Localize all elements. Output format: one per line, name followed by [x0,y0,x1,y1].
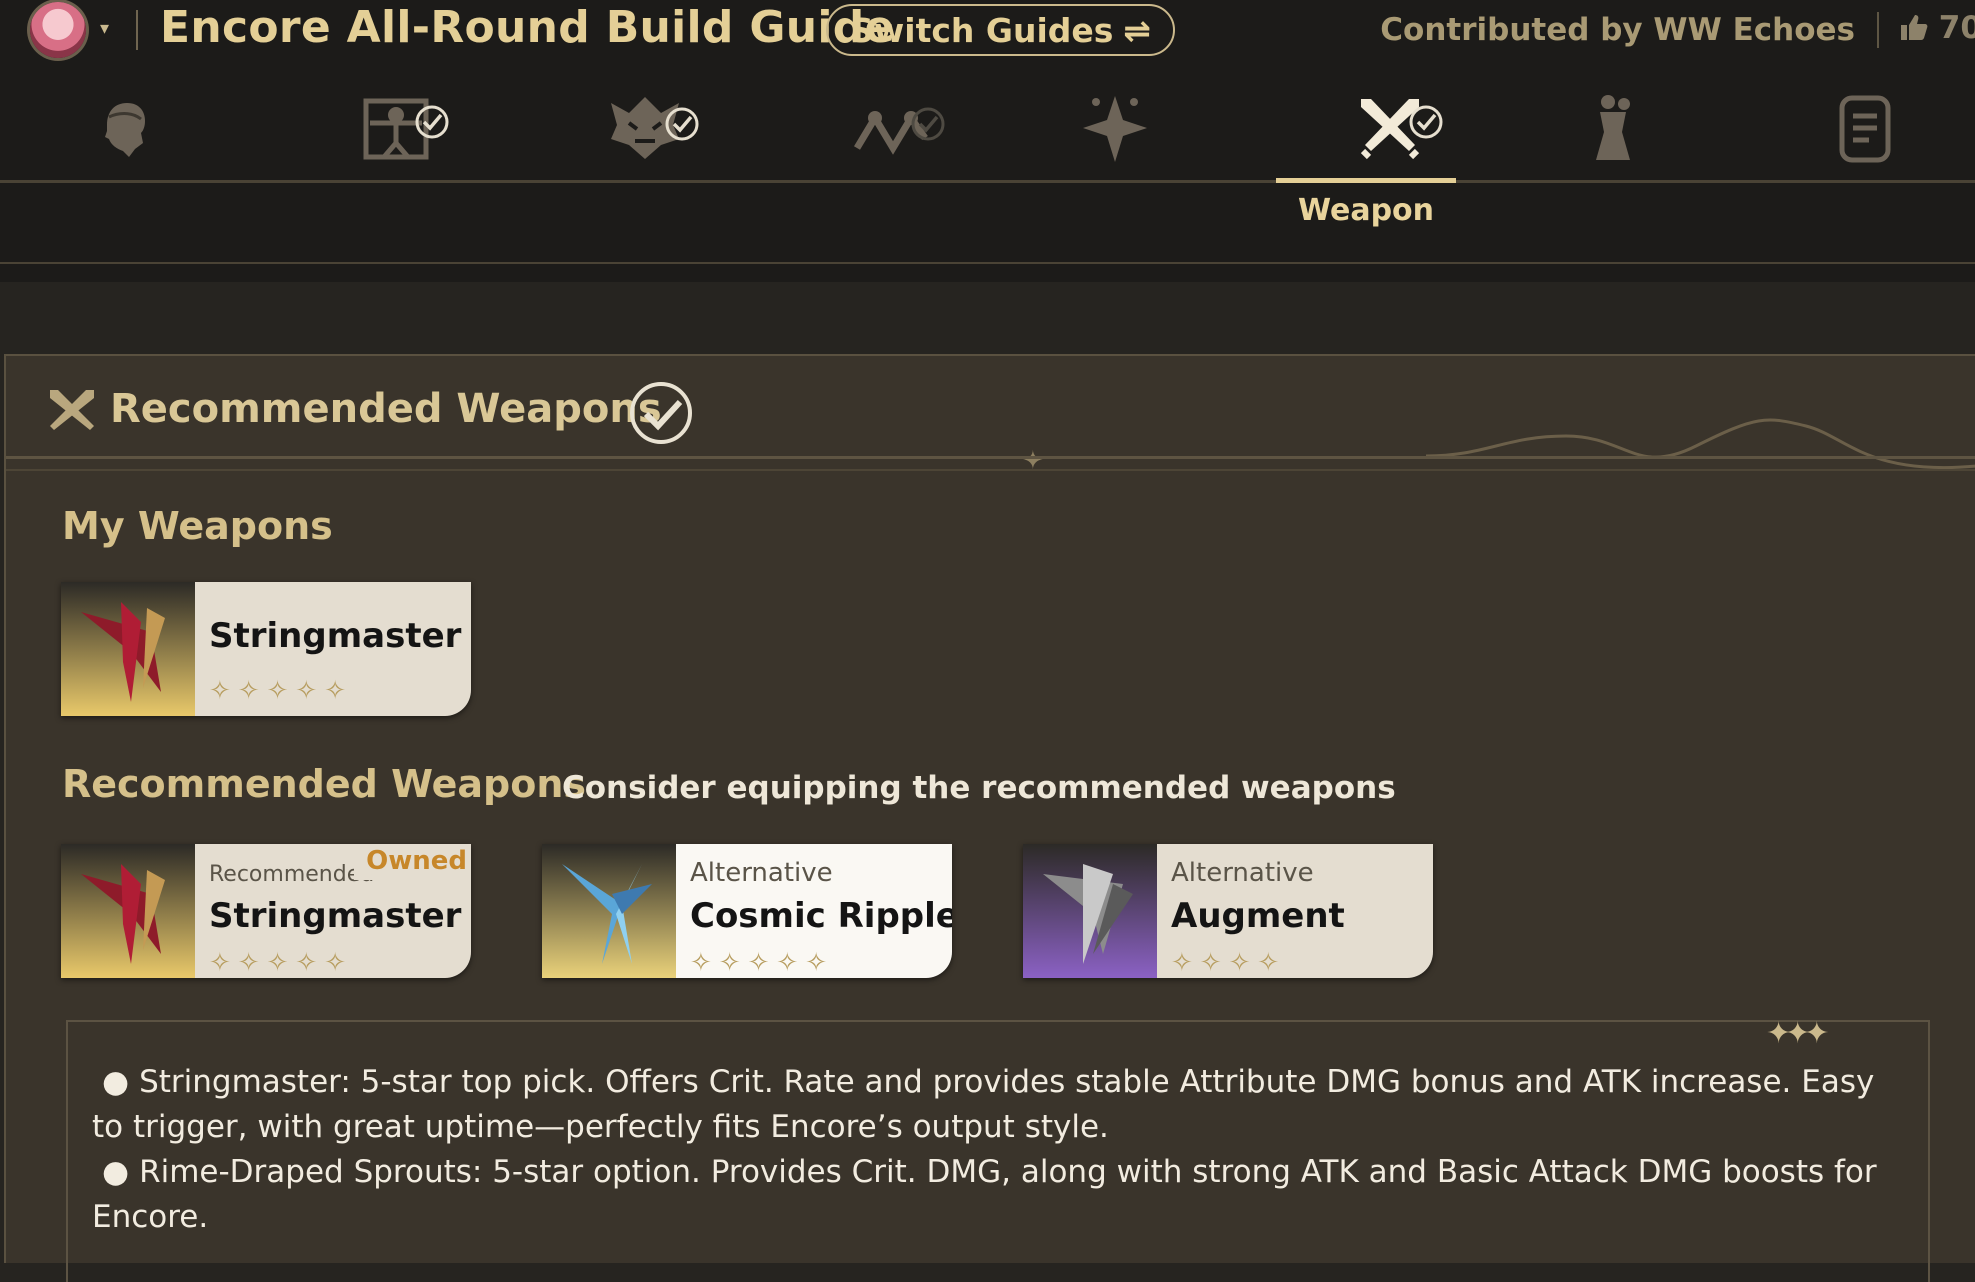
star-icon: ✧ [209,948,231,978]
crossed-swords-icon [50,390,94,430]
weapon-name: Cosmic Ripples [690,896,952,936]
like-count: 70 [1938,10,1975,46]
header-divider [1877,12,1879,48]
team-icon [1596,95,1630,160]
weapon-name: Augment [1171,896,1345,936]
switch-guides-label: Switch Guides [850,10,1114,50]
active-tab-indicator [1276,178,1456,183]
tab-resonance[interactable] [1080,78,1150,178]
decorative-diamond: ✦ [1022,446,1044,476]
star-rating: ✧ ✧ ✧ ✧ ✧ [209,678,346,704]
weapon-kind: Alternative [690,858,833,888]
thumbs-up-icon [1898,10,1939,46]
augment-weapon-image [1023,844,1157,978]
check-circle-icon [911,107,945,141]
header-divider [136,10,138,50]
star-icon: ✧ [805,948,827,978]
section-divider [6,469,1975,471]
weapon-name: Stringmaster [209,896,462,936]
description-line: ● Stringmaster: 5-star top pick. Offers C… [102,1060,1902,1105]
star-icon: ✧ [1199,948,1222,978]
my-weapons-title: My Weapons [62,504,333,548]
page-title: Encore All-Round Build Guide [160,2,895,53]
star-icon: ✧ [295,948,318,978]
owned-badge: Owned [354,844,471,880]
description-line: ● Rime-Draped Sprouts: 5-star option. Pro… [102,1150,1902,1195]
weapon-card-body: Stringmaster ✧ ✧ ✧ ✧ ✧ [195,582,471,716]
chevron-down-icon[interactable]: ▾ [100,18,109,39]
tab-weapon[interactable] [1330,78,1450,178]
weapon-card-cosmic-ripples[interactable]: Alternative Cosmic Ripples ✧ ✧ ✧ ✧ ✧ [542,844,952,978]
avatar[interactable] [30,2,86,58]
weapon-kind: Alternative [1171,858,1314,888]
tab-skill-tree[interactable] [826,78,956,178]
star-icon: ✧ [1257,948,1280,978]
tab-echoes[interactable] [580,78,710,178]
tab-team[interactable] [1580,78,1650,178]
star-rating: ✧ ✧ ✧ ✧ [1171,950,1279,976]
active-tab-label: Weapon [1297,193,1435,228]
description-line: to trigger, with great uptime—perfectly … [92,1109,1109,1145]
star-rating: ✧ ✧ ✧ ✧ ✧ [690,950,827,976]
star-icon: ✧ [237,948,260,978]
tab-divider [0,180,1975,183]
star-icon: ✧ [324,948,346,978]
bullet-icon: ● [102,1064,130,1100]
recommended-subtitle: Consider equipping the recommended weapo… [562,770,1396,806]
section-divider [6,456,1975,459]
check-circle-icon [1409,105,1443,139]
character-icon [105,103,145,157]
star-icon: ✧ [747,948,770,978]
swap-arrows-icon: ⇌ [1123,10,1152,50]
like-button[interactable]: 70 [1898,10,1975,46]
star-icon: ✧ [237,676,260,706]
weapon-card-body: Alternative Augment ✧ ✧ ✧ ✧ [1157,844,1433,978]
star-icon: ✧ [690,948,712,978]
weapon-kind: Recommended [209,862,375,887]
description-line: Encore. [92,1199,209,1235]
weapon-name: Stringmaster [209,616,462,656]
check-circle-icon [630,382,692,444]
cosmic-ripples-weapon-image [542,844,676,978]
star-icon: ✧ [776,948,799,978]
section-title: Recommended Weapons [110,386,662,432]
header-bottom-edge [0,262,1975,282]
weapon-card-stringmaster-recommended[interactable]: Recommended Stringmaster ✧ ✧ ✧ ✧ ✧ Owned [61,844,471,978]
check-circle-icon [415,105,449,139]
tab-character[interactable] [90,78,160,178]
recommended-title: Recommended Weapons [62,762,587,806]
stringmaster-weapon-image [61,582,195,716]
weapons-panel: Recommended Weapons ✦ My Weapons Stringm… [4,354,1975,1282]
tab-notes[interactable] [1830,78,1900,178]
star-icon: ✧ [266,676,289,706]
decorative-sparkle-icon: ✦✦✦ [1766,1016,1829,1051]
weapon-description: ● Stringmaster: 5-star top pick. Offers C… [92,1060,1902,1240]
switch-guides-button[interactable]: Switch Guides ⇌ [826,4,1176,56]
weapon-card-augment[interactable]: Alternative Augment ✧ ✧ ✧ ✧ [1023,844,1433,978]
bullet-icon: ● [102,1154,130,1190]
weapon-card-body: Alternative Cosmic Ripples ✧ ✧ ✧ ✧ ✧ [676,844,952,978]
star-icon: ✧ [1171,948,1193,978]
star-icon: ✧ [209,676,231,706]
notes-icon [1839,95,1891,163]
star-rating: ✧ ✧ ✧ ✧ ✧ [209,950,346,976]
stringmaster-weapon-image [61,844,195,978]
star-icon: ✧ [266,948,289,978]
weapon-card-stringmaster[interactable]: Stringmaster ✧ ✧ ✧ ✧ ✧ [61,582,471,716]
resonance-icon [1083,96,1147,162]
tab-stats[interactable] [336,78,456,178]
star-icon: ✧ [1228,948,1251,978]
contributor-text: Contributed by WW Echoes [1380,12,1855,48]
check-circle-icon [665,107,699,141]
section-header: Recommended Weapons ✦ [6,356,1975,476]
star-icon: ✧ [718,948,741,978]
star-icon: ✧ [324,676,346,706]
top-header: ▾ Encore All-Round Build Guide Switch Gu… [0,0,1975,282]
decorative-wave [1426,418,1975,470]
star-icon: ✧ [295,676,318,706]
